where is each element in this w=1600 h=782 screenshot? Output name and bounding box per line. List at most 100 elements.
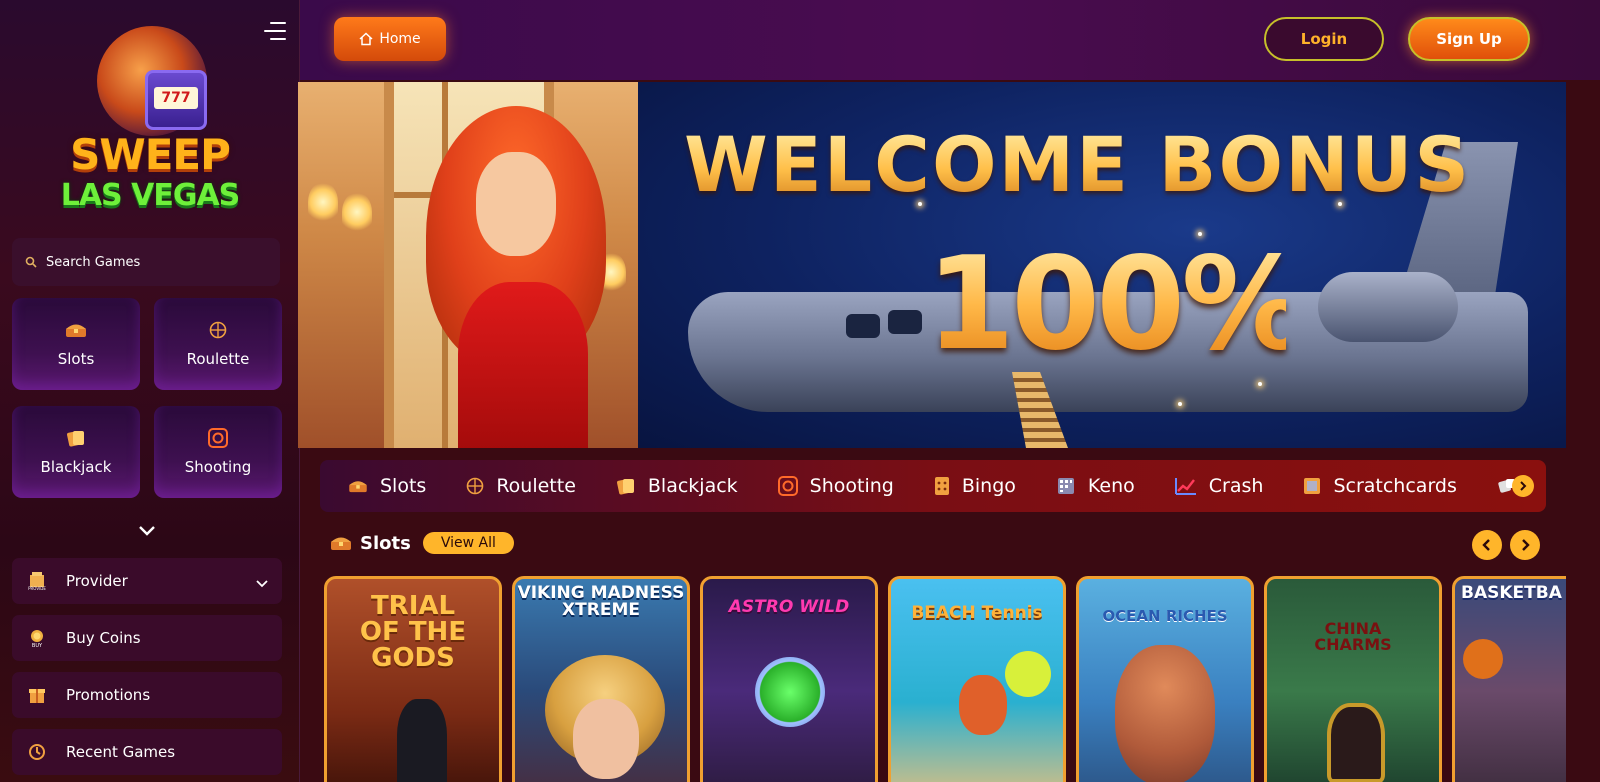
game-card-astro-wild[interactable]: ASTRO WILD [700,576,878,782]
logo-text-las-vegas: LAS VEGAS [60,178,241,213]
game-title: OCEAN RICHES [1102,607,1228,625]
slots-games-row: TRIAL OF THE GODS VIKING MADNESS XTREME … [324,576,1566,782]
category-label: Roulette [186,350,250,368]
game-art [397,699,447,782]
banner-woman-face [476,152,556,256]
game-title: BEACH Tennis [911,603,1043,623]
category-tab-shooting[interactable]: Shooting [777,475,894,497]
game-title: ASTRO WILD [728,597,850,617]
welcome-bonus-banner[interactable]: WELCOME BONUS 100% [298,82,1566,448]
game-card-basketball[interactable]: BASKETBA [1452,576,1566,782]
game-category-bar: Slots Roulette Blackjack Shooting Bingo … [320,460,1546,512]
category-tab-scratchcards[interactable]: Scratchcards [1303,475,1457,497]
game-title: VIKING MADNESS XTREME [517,583,685,620]
home-label: Home [379,31,421,47]
category-tab-label: Shooting [809,475,894,497]
category-tab-roulette[interactable]: Roulette [466,475,576,497]
sidebar-item-recent-games[interactable]: Recent Games [12,729,282,775]
game-card-ocean-riches[interactable]: OCEAN RICHES [1076,576,1254,782]
top-bar: Home Login Sign Up [300,0,1600,80]
game-art [1005,651,1051,697]
banner-woman-dress [458,282,588,448]
banner-bonus-percent: 100% [926,230,1309,379]
sparkle [1178,402,1182,406]
treasure-chest-icon [348,479,368,493]
category-grid: Slots Roulette Blackjack Shooting [12,298,284,498]
game-art [1115,645,1215,782]
category-tab-crash[interactable]: Crash [1174,475,1264,497]
target-icon [777,476,798,496]
category-tab-label: Scratchcards [1333,475,1457,497]
view-all-slots-button[interactable]: View All [422,532,514,554]
category-tab-label: Blackjack [647,475,738,497]
jet-engine [1318,272,1458,342]
logo-text-sweep: SWEEP [70,130,231,179]
signup-button[interactable]: Sign Up [1408,17,1530,61]
roulette-wheel-icon [466,477,484,495]
recent-games-icon [26,741,48,763]
jet-window [888,310,922,334]
login-button[interactable]: Login [1264,17,1384,61]
sidebar-item-provider[interactable]: PROVIDE Provider [12,558,282,604]
jet-window [846,314,880,338]
game-art [755,657,825,727]
treasure-chest-icon [65,320,87,340]
slots-prev-arrow-icon[interactable] [1472,530,1502,560]
banner-title: WELCOME BONUS [684,120,1524,209]
category-tab-blackjack[interactable]: Blackjack [616,475,738,497]
game-card-china-charms[interactable]: CHINA CHARMS [1264,576,1442,782]
category-bar-next-arrow-icon[interactable] [1512,475,1534,497]
game-card-trial-of-the-gods[interactable]: TRIAL OF THE GODS [324,576,502,782]
category-tile-slots[interactable]: Slots [12,298,140,390]
slots-section-title: Slots [360,532,411,554]
site-logo[interactable]: 777 SWEEP LAS VEGAS [55,18,245,218]
wall-sconce-light [342,192,372,232]
svg-text:BUY: BUY [32,643,43,648]
category-tab-label: Slots [380,475,427,497]
cards-icon [616,477,636,495]
game-card-viking-madness-xtreme[interactable]: VIKING MADNESS XTREME [512,576,690,782]
slot-machine-icon: 777 [145,70,207,130]
search-icon [24,255,38,269]
game-art [1327,703,1385,782]
search-games-label: Search Games [46,254,141,270]
expand-categories-chevron-icon[interactable] [136,520,158,542]
game-card-beach-tennis[interactable]: BEACH Tennis [888,576,1066,782]
sidebar-item-label: Buy Coins [66,629,141,647]
category-tab-keno[interactable]: Keno [1056,475,1135,497]
category-tile-roulette[interactable]: Roulette [154,298,282,390]
home-button[interactable]: Home [334,17,446,61]
sidebar-item-label: Recent Games [66,743,176,761]
promotions-icon [26,684,48,706]
category-tab-label: Keno [1087,475,1135,497]
sidebar-item-promotions[interactable]: Promotions [12,672,282,718]
buy-coins-icon: BUY [26,627,48,649]
target-icon [208,428,228,448]
category-label: Shooting [184,458,252,476]
chevron-down-icon [256,573,268,592]
sparkle [1258,382,1262,386]
sidebar: 777 SWEEP LAS VEGAS Search Games Slots R… [0,0,300,782]
category-tab-bingo[interactable]: Bingo [934,475,1016,497]
category-label: Blackjack [40,458,112,476]
category-tab-slots[interactable]: Slots [348,475,426,497]
game-art [959,675,1007,735]
search-games-input[interactable]: Search Games [12,238,280,286]
roulette-wheel-icon [209,320,227,340]
category-tab-label: Roulette [496,475,576,497]
cards-icon [66,428,86,448]
category-tile-shooting[interactable]: Shooting [154,406,282,498]
slots-next-arrow-icon[interactable] [1510,530,1540,560]
provider-icon: PROVIDE [26,570,48,592]
game-title: TRIAL OF THE GODS [359,591,467,673]
category-tab-label: Bingo [961,475,1016,497]
menu-toggle-icon[interactable] [264,22,286,40]
game-title: CHINA CHARMS [1314,619,1392,654]
sidebar-item-buy-coins[interactable]: BUY Buy Coins [12,615,282,661]
slots-section-header: Slots View All [330,532,514,554]
treasure-chest-icon [330,535,352,551]
category-tab-label: Crash [1208,475,1264,497]
category-tile-blackjack[interactable]: Blackjack [12,406,140,498]
sidebar-item-label: Promotions [66,686,151,704]
slot-machine-digits: 777 [154,87,198,109]
